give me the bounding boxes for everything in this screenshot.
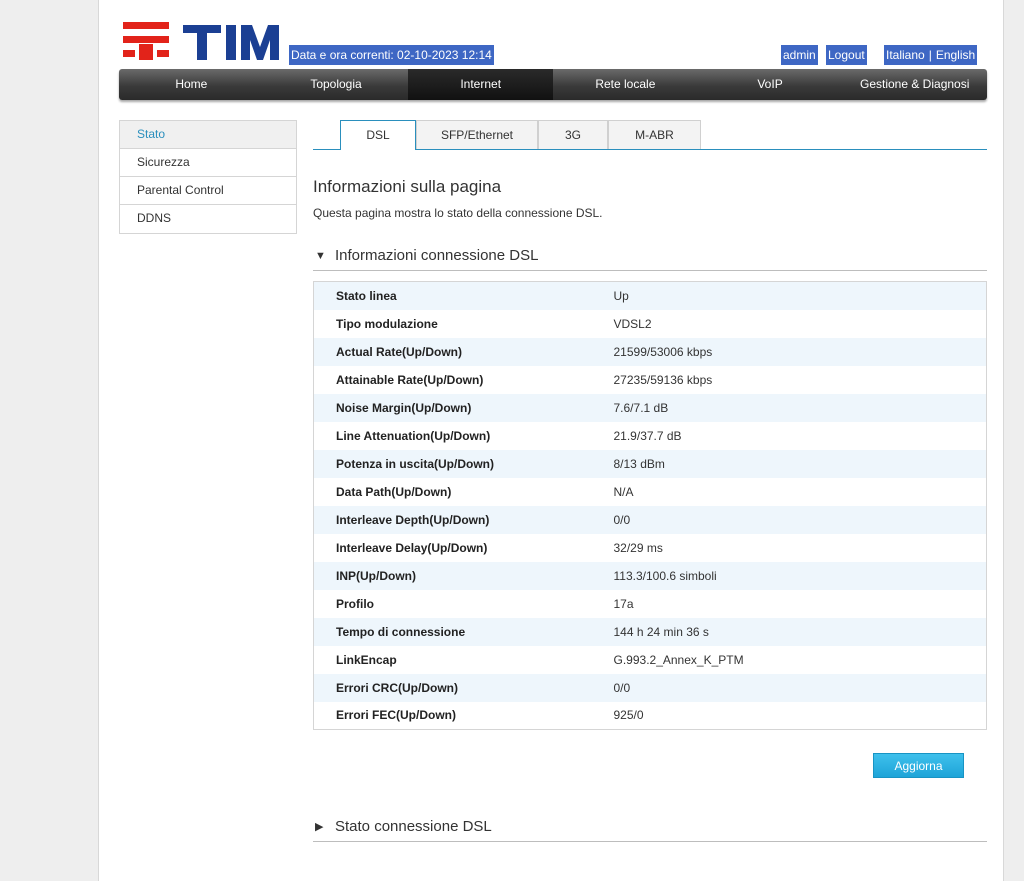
- row-label: Potenza in uscita(Up/Down): [313, 449, 614, 478]
- nav-rete-locale[interactable]: Rete locale: [553, 69, 698, 100]
- page-container: Data e ora correnti: 02-10-2023 12:14 ad…: [98, 0, 1004, 881]
- sidebar: Stato Sicurezza Parental Control DDNS: [119, 120, 297, 234]
- triangle-down-icon: ▼: [315, 249, 326, 262]
- sidebar-item-stato[interactable]: Stato: [120, 121, 296, 149]
- refresh-button[interactable]: Aggiorna: [873, 753, 964, 778]
- nav-gestione-diagnosi[interactable]: Gestione & Diagnosi: [842, 69, 987, 100]
- sidebar-item-sicurezza[interactable]: Sicurezza: [120, 149, 296, 177]
- sidebar-item-parental-control[interactable]: Parental Control: [120, 177, 296, 205]
- section-dsl-info-header[interactable]: ▼ Informazioni connessione DSL: [313, 241, 987, 271]
- tab-3g[interactable]: 3G: [538, 120, 608, 149]
- row-value: 21.9/37.7 dB: [613, 421, 987, 450]
- sidebar-item-ddns[interactable]: DDNS: [120, 205, 296, 233]
- table-row: Data Path(Up/Down) N/A: [313, 477, 987, 506]
- table-row: Stato linea Up: [313, 281, 987, 310]
- section-title: Informazioni connessione DSL: [335, 247, 539, 264]
- row-label: Tipo modulazione: [313, 309, 614, 338]
- row-label: Interleave Delay(Up/Down): [313, 533, 614, 562]
- table-row: Profilo 17a: [313, 589, 987, 618]
- nav-home[interactable]: Home: [119, 69, 264, 100]
- section-title: Stato connessione DSL: [335, 818, 492, 835]
- row-label: Stato linea: [313, 281, 614, 310]
- page-title: Informazioni sulla pagina: [313, 177, 502, 196]
- nav-voip[interactable]: VoIP: [698, 69, 843, 100]
- row-value: 21599/53006 kbps: [613, 337, 987, 366]
- language-switcher: Italiano | English: [884, 45, 978, 65]
- row-label: Actual Rate(Up/Down): [313, 337, 614, 366]
- row-label: Data Path(Up/Down): [313, 477, 614, 506]
- row-value: 925/0: [613, 701, 987, 730]
- table-row: Interleave Delay(Up/Down) 32/29 ms: [313, 533, 987, 562]
- table-row: Noise Margin(Up/Down) 7.6/7.1 dB: [313, 393, 987, 422]
- current-datetime: Data e ora correnti: 02-10-2023 12:14: [289, 45, 494, 65]
- nav-topologia[interactable]: Topologia: [264, 69, 409, 100]
- lang-english-link[interactable]: English: [936, 45, 975, 65]
- row-label: Errori CRC(Up/Down): [313, 673, 614, 702]
- row-value: 144 h 24 min 36 s: [613, 617, 987, 646]
- row-value: VDSL2: [613, 309, 987, 338]
- row-value: 113.3/100.6 simboli: [613, 561, 987, 590]
- row-label: Attainable Rate(Up/Down): [313, 365, 614, 394]
- tab-dsl[interactable]: DSL: [340, 120, 416, 150]
- lang-separator: |: [928, 48, 932, 62]
- section-dsl-status-header[interactable]: ▶ Stato connessione DSL: [313, 812, 987, 842]
- row-value: 17a: [613, 589, 987, 618]
- row-value: 0/0: [613, 505, 987, 534]
- table-row: Tipo modulazione VDSL2: [313, 309, 987, 338]
- table-row: Actual Rate(Up/Down) 21599/53006 kbps: [313, 337, 987, 366]
- row-label: LinkEncap: [313, 645, 614, 674]
- row-label: Errori FEC(Up/Down): [313, 701, 614, 730]
- page-description: Questa pagina mostra lo stato della conn…: [313, 206, 603, 220]
- row-value: 8/13 dBm: [613, 449, 987, 478]
- row-value: 32/29 ms: [613, 533, 987, 562]
- table-row: LinkEncap G.993.2_Annex_K_PTM: [313, 645, 987, 674]
- lang-italiano-link[interactable]: Italiano: [886, 45, 925, 65]
- row-label: Line Attenuation(Up/Down): [313, 421, 614, 450]
- admin-user-link[interactable]: admin: [781, 45, 818, 65]
- table-row: Tempo di connessione 144 h 24 min 36 s: [313, 617, 987, 646]
- table-row: Interleave Depth(Up/Down) 0/0: [313, 505, 987, 534]
- triangle-right-icon: ▶: [315, 821, 324, 833]
- table-row: Potenza in uscita(Up/Down) 8/13 dBm: [313, 449, 987, 478]
- row-value: G.993.2_Annex_K_PTM: [613, 645, 987, 674]
- table-row: INP(Up/Down) 113.3/100.6 simboli: [313, 561, 987, 590]
- tim-logo: [123, 22, 279, 60]
- table-row: Attainable Rate(Up/Down) 27235/59136 kbps: [313, 365, 987, 394]
- table-row: Errori FEC(Up/Down) 925/0: [313, 701, 987, 730]
- row-label: Tempo di connessione: [313, 617, 614, 646]
- row-value: N/A: [613, 477, 987, 506]
- row-label: INP(Up/Down): [313, 561, 614, 590]
- table-row: Errori CRC(Up/Down) 0/0: [313, 673, 987, 702]
- row-value: 0/0: [613, 673, 987, 702]
- row-value: Up: [613, 281, 987, 310]
- tab-sfp-ethernet[interactable]: SFP/Ethernet: [416, 120, 538, 149]
- row-label: Interleave Depth(Up/Down): [313, 505, 614, 534]
- row-value: 7.6/7.1 dB: [613, 393, 987, 422]
- table-row: Line Attenuation(Up/Down) 21.9/37.7 dB: [313, 421, 987, 450]
- connection-tabs: DSL SFP/Ethernet 3G M-ABR: [313, 120, 987, 150]
- logout-link[interactable]: Logout: [826, 45, 867, 65]
- nav-internet[interactable]: Internet: [408, 69, 554, 100]
- row-label: Noise Margin(Up/Down): [313, 393, 614, 422]
- row-value: 27235/59136 kbps: [613, 365, 987, 394]
- dsl-info-table: Stato linea Up Tipo modulazione VDSL2 Actual…: [313, 281, 987, 730]
- main-nav: Home Topologia Internet Rete locale VoIP…: [119, 69, 987, 100]
- tab-m-abr[interactable]: M-ABR: [608, 120, 701, 149]
- row-label: Profilo: [313, 589, 614, 618]
